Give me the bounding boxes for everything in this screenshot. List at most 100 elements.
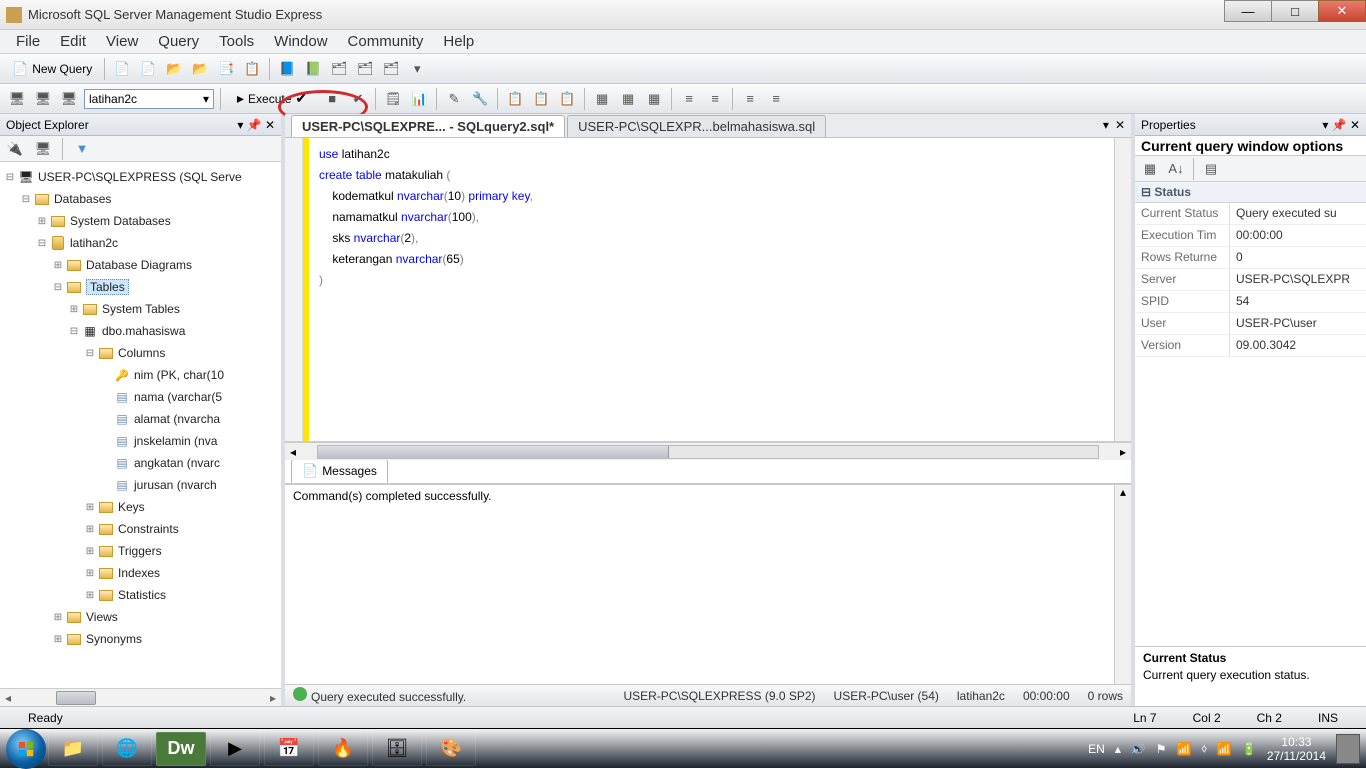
disconnect-icon[interactable]: 🖥 [32, 138, 54, 160]
toolbar-open-icon[interactable]: 📂 [163, 58, 185, 80]
taskbar-explorer-icon[interactable]: 📁 [48, 732, 98, 766]
tree-column[interactable]: angkatan (nvarc [134, 456, 220, 470]
database-combobox[interactable]: latihan2c▾ [84, 89, 214, 109]
tree-item[interactable]: Synonyms [86, 632, 142, 646]
outdent-icon[interactable]: ≡ [704, 88, 726, 110]
tab-active[interactable]: USER-PC\SQLEXPRE... - SQLquery2.sql* [291, 115, 565, 137]
toolbar-icon[interactable]: 🗂 [328, 58, 350, 80]
toolbar-icon[interactable]: 📗 [302, 58, 324, 80]
toolbar-icon[interactable]: 📋 [556, 88, 578, 110]
menu-view[interactable]: View [98, 30, 146, 53]
editor-hscrollbar[interactable]: ◂ ▸ [285, 442, 1131, 460]
connect-icon[interactable]: 🔌 [4, 138, 26, 160]
toolbar-icon[interactable]: 🗂 [354, 58, 376, 80]
tab-other[interactable]: USER-PC\SQLEXPR...belmahasiswa.sql [567, 115, 826, 137]
object-explorer-tree[interactable]: ⊟🖥USER-PC\SQLEXPRESS (SQL Serve ⊟Databas… [0, 162, 281, 688]
tree-item[interactable]: Indexes [118, 566, 160, 580]
tray-clock[interactable]: 10:3327/11/2014 [1267, 735, 1326, 763]
taskbar-app-icon[interactable]: 📅 [264, 732, 314, 766]
tree-database[interactable]: latihan2c [70, 236, 118, 250]
minimize-button[interactable]: — [1224, 0, 1272, 22]
prop-icon[interactable]: ▤ [1200, 158, 1222, 180]
messages-tab[interactable]: 📄Messages [291, 459, 388, 483]
messages-scrollbar[interactable]: ▴ [1114, 485, 1131, 684]
tray-network-icon[interactable]: 📶 [1177, 742, 1192, 756]
tree-databases[interactable]: Databases [54, 192, 111, 206]
toolbar-icon[interactable]: 🖥 [6, 88, 28, 110]
toolbar-icon[interactable]: 🗒 [382, 88, 404, 110]
tree-item[interactable]: System Tables [102, 302, 180, 316]
menu-community[interactable]: Community [340, 30, 432, 53]
toolbar-icon[interactable]: ▾ [406, 58, 428, 80]
tree-item[interactable]: System Databases [70, 214, 171, 228]
filter-icon[interactable]: ▼ [71, 138, 93, 160]
taskbar-dreamweaver-icon[interactable]: Dw [156, 732, 206, 766]
tray-flag-icon[interactable]: ⚑ [1156, 742, 1167, 756]
toolbar-icon[interactable]: 📘 [276, 58, 298, 80]
tray-icon[interactable]: ⬨ [1202, 741, 1207, 756]
toolbar-icon[interactable]: 📄 [137, 58, 159, 80]
tray-signal-icon[interactable]: 📶 [1217, 742, 1232, 756]
property-category[interactable]: ⊟ Status [1135, 182, 1366, 203]
toolbar-icon[interactable]: 📂 [189, 58, 211, 80]
taskbar-ssms-icon[interactable]: 🗄 [372, 732, 422, 766]
toolbar-icon[interactable]: 📑 [215, 58, 237, 80]
execute-button[interactable]: ▸ Execute ✔ [227, 88, 317, 110]
comment-icon[interactable]: ≡ [739, 88, 761, 110]
menu-file[interactable]: File [8, 30, 48, 53]
tree-column[interactable]: nama (varchar(5 [134, 390, 222, 404]
tab-menu-icon[interactable]: ▾ [1103, 118, 1109, 132]
tray-battery-icon[interactable]: 🔋 [1242, 742, 1257, 756]
tree-columns[interactable]: Columns [118, 346, 165, 360]
toolbar-icon[interactable]: ▦ [643, 88, 665, 110]
menu-tools[interactable]: Tools [211, 30, 262, 53]
stop-icon[interactable]: ■ [321, 88, 343, 110]
close-button[interactable]: ✕ [1318, 0, 1366, 22]
taskbar-chrome-icon[interactable]: 🌐 [102, 732, 152, 766]
tray-chevron-icon[interactable]: ▴ [1115, 742, 1121, 756]
toolbar-icon[interactable]: 📋 [241, 58, 263, 80]
categorized-icon[interactable]: ▦ [1139, 158, 1161, 180]
taskbar-mediaplayer-icon[interactable]: ▶ [210, 732, 260, 766]
toolbar-icon[interactable]: 🖥 [32, 88, 54, 110]
tree-item[interactable]: Keys [118, 500, 145, 514]
indent-icon[interactable]: ≡ [678, 88, 700, 110]
tab-close-icon[interactable]: ✕ [1115, 118, 1125, 132]
toolbar-icon[interactable]: ✎ [443, 88, 465, 110]
uncomment-icon[interactable]: ≡ [765, 88, 787, 110]
new-query-button[interactable]: 📄New Query [6, 58, 98, 80]
editor-vscrollbar[interactable] [1114, 138, 1131, 441]
tree-item[interactable]: Statistics [118, 588, 166, 602]
explorer-scrollbar[interactable]: ◂ ▸ [0, 688, 281, 706]
code-editor[interactable]: use latihan2c create table matakuliah ( … [285, 138, 1131, 442]
toolbar-icon[interactable]: 📊 [408, 88, 430, 110]
parse-icon[interactable]: ✔ [347, 88, 369, 110]
toolbar-icon[interactable]: 🔧 [469, 88, 491, 110]
tree-item[interactable]: Constraints [118, 522, 179, 536]
tree-item[interactable]: Database Diagrams [86, 258, 192, 272]
tree-column[interactable]: alamat (nvarcha [134, 412, 220, 426]
taskbar-paint-icon[interactable]: 🎨 [426, 732, 476, 766]
tree-server[interactable]: USER-PC\SQLEXPRESS (SQL Serve [38, 170, 242, 184]
code-content[interactable]: use latihan2c create table matakuliah ( … [309, 138, 1131, 441]
tree-tables[interactable]: Tables [86, 279, 129, 295]
tree-table[interactable]: dbo.mahasiswa [102, 324, 185, 338]
menu-edit[interactable]: Edit [52, 30, 94, 53]
messages-pane[interactable]: Command(s) completed successfully. ▴ [285, 484, 1131, 684]
properties-object[interactable]: Current query window options [1135, 136, 1366, 156]
toolbar-icon[interactable]: ▦ [591, 88, 613, 110]
tree-item[interactable]: Views [86, 610, 118, 624]
maximize-button[interactable]: □ [1271, 0, 1319, 22]
tray-volume-icon[interactable]: 🔊 [1131, 742, 1146, 756]
tree-item[interactable]: Triggers [118, 544, 162, 558]
menu-query[interactable]: Query [150, 30, 207, 53]
alphabetical-icon[interactable]: A↓ [1165, 158, 1187, 180]
toolbar-icon[interactable]: 📋 [530, 88, 552, 110]
tray-user-icon[interactable] [1336, 734, 1360, 764]
toolbar-icon[interactable]: ▦ [617, 88, 639, 110]
taskbar-app-icon[interactable]: 🔥 [318, 732, 368, 766]
menu-window[interactable]: Window [266, 30, 335, 53]
toolbar-icon[interactable]: 📄 [111, 58, 133, 80]
toolbar-icon[interactable]: 🗂 [380, 58, 402, 80]
toolbar-icon[interactable]: 📋 [504, 88, 526, 110]
